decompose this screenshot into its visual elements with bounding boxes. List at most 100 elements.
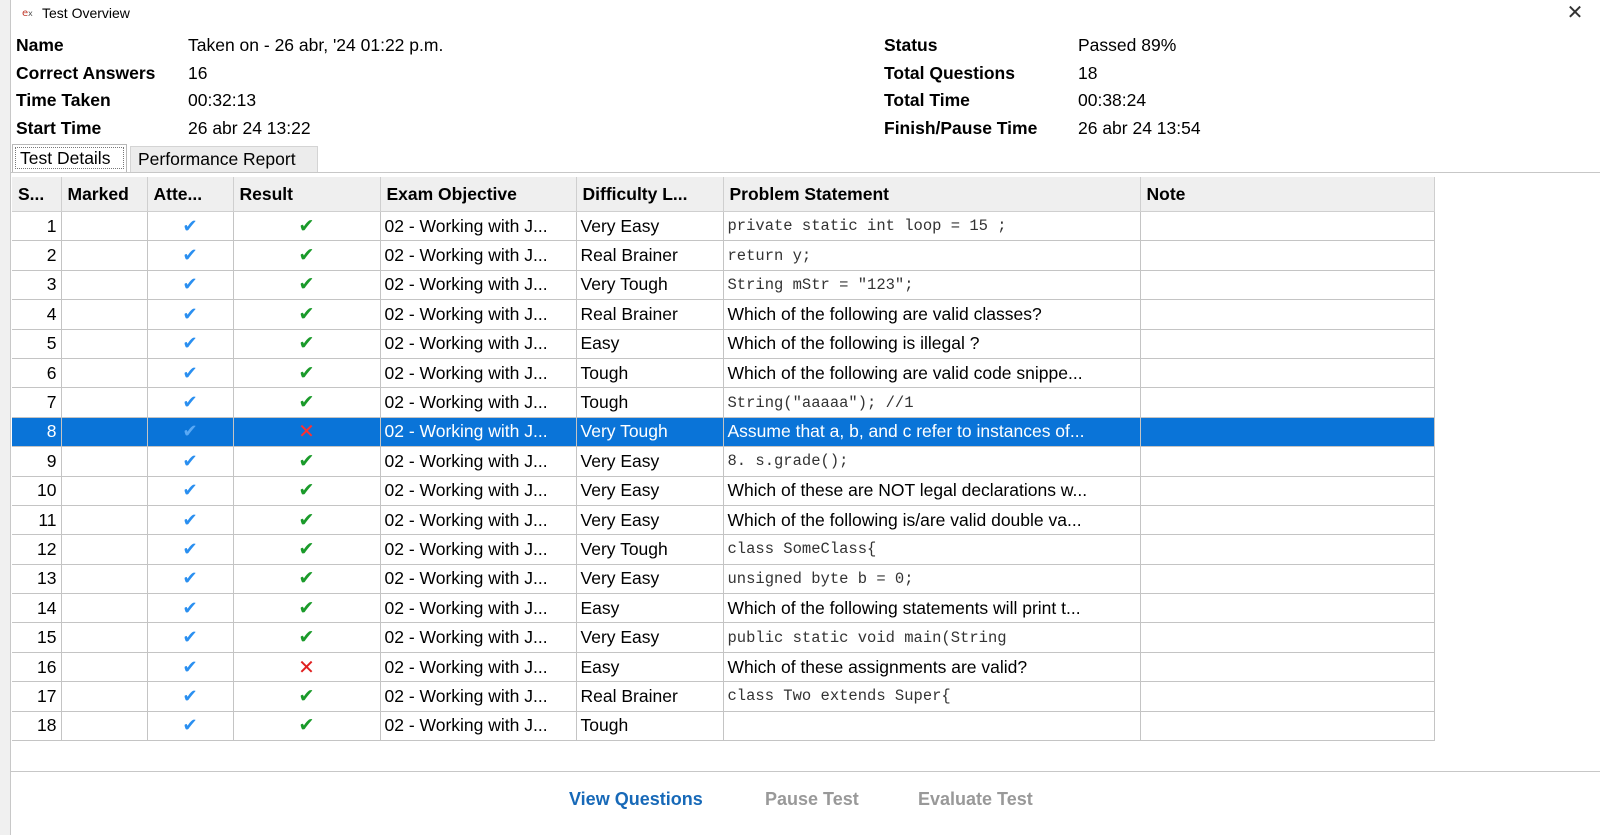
col-header-problem-statement[interactable]: Problem Statement <box>723 177 1141 212</box>
exam-objective-cell: 02 - Working with J... <box>380 387 577 418</box>
table-row[interactable]: 7 ✔ ✔ 02 - Working with J... Tough String("aa… <box>12 387 1435 418</box>
table-row[interactable]: 4 ✔ ✔ 02 - Working with J... Real Brainer Whi… <box>12 299 1435 330</box>
table-row[interactable]: 3 ✔ ✔ 02 - Working with J... Very Tough Strin… <box>12 270 1435 301</box>
serial-cell: 8 <box>12 417 62 448</box>
problem-statement-cell: class Two extends Super{ <box>723 681 1141 712</box>
table-row[interactable]: 6 ✔ ✔ 02 - Working with J... Tough Which of t… <box>12 358 1435 389</box>
attempted-check-icon: ✔ <box>182 450 198 471</box>
footer-toolbar: View Questions Pause Test Evaluate Test <box>0 785 1600 820</box>
table-row[interactable]: 17 ✔ ✔ 02 - Working with J... Real Brainer cl… <box>12 681 1435 712</box>
summary-total-time-row: Total Time 00:38:24 <box>884 90 1147 110</box>
table-row[interactable]: 10 ✔ ✔ 02 - Working with J... Very Easy Which… <box>12 476 1435 506</box>
pause-test-button[interactable]: Pause Test <box>765 789 859 810</box>
serial-cell: 7 <box>12 387 62 418</box>
exam-objective-cell: 02 - Working with J... <box>380 505 577 536</box>
marked-cell <box>61 211 148 242</box>
note-cell <box>1140 652 1435 683</box>
attempted-cell: ✔ <box>147 240 234 271</box>
difficulty-cell: Easy <box>576 652 724 683</box>
view-questions-button[interactable]: View Questions <box>569 789 703 810</box>
difficulty-cell: Very Easy <box>576 622 724 653</box>
marked-cell <box>61 476 148 506</box>
note-cell <box>1140 711 1435 742</box>
correct-check-icon: ✔ <box>298 627 315 649</box>
start-time-value: 26 abr 24 13:22 <box>188 117 311 138</box>
col-header-note[interactable]: Note <box>1140 177 1435 212</box>
table-row[interactable]: 11 ✔ ✔ 02 - Working with J... Very Easy Which… <box>12 505 1435 536</box>
table-row[interactable]: 5 ✔ ✔ 02 - Working with J... Easy Which of th… <box>12 329 1435 359</box>
attempted-check-icon: ✔ <box>182 627 198 648</box>
correct-check-icon: ✔ <box>298 450 315 472</box>
correct-check-icon: ✔ <box>298 538 315 560</box>
col-header-serial[interactable]: S... <box>12 177 62 212</box>
close-icon[interactable]: ✕ <box>1564 2 1586 24</box>
difficulty-cell: Very Tough <box>576 270 724 301</box>
marked-cell <box>61 446 148 477</box>
col-header-attempted[interactable]: Atte... <box>147 177 234 212</box>
serial-cell: 9 <box>12 446 62 477</box>
difficulty-cell: Very Tough <box>576 417 724 448</box>
note-cell <box>1140 270 1435 301</box>
col-header-marked[interactable]: Marked <box>61 177 148 212</box>
difficulty-cell: Real Brainer <box>576 240 724 271</box>
wrong-cross-icon: ✕ <box>298 421 315 444</box>
table-row[interactable]: 1 ✔ ✔ 02 - Working with J... Very Easy priva… <box>12 211 1435 242</box>
table-row[interactable]: 13 ✔ ✔ 02 - Working with J... Very Easy unsi… <box>12 564 1435 595</box>
svg-text:x: x <box>28 9 33 18</box>
window-title: Test Overview <box>42 5 130 21</box>
serial-cell: 10 <box>12 476 62 506</box>
attempted-cell: ✔ <box>147 593 234 624</box>
difficulty-cell: Easy <box>576 329 724 359</box>
attempted-check-icon: ✔ <box>182 509 198 530</box>
tab-divider <box>10 172 1600 173</box>
col-header-result[interactable]: Result <box>233 177 381 212</box>
exam-objective-cell: 02 - Working with J... <box>380 711 577 742</box>
serial-cell: 6 <box>12 358 62 389</box>
table-row[interactable]: 15 ✔ ✔ 02 - Working with J... Very Easy publ… <box>12 622 1435 653</box>
serial-cell: 17 <box>12 681 62 712</box>
problem-statement-cell: Which of the following are valid classes… <box>723 299 1141 330</box>
serial-cell: 4 <box>12 299 62 330</box>
difficulty-cell: Tough <box>576 711 724 742</box>
attempted-check-icon: ✔ <box>182 568 198 589</box>
attempted-check-icon: ✔ <box>182 538 198 559</box>
problem-statement-cell: Which of these are NOT legal declaration… <box>723 476 1141 506</box>
summary-finish-time-row: Finish/Pause Time 26 abr 24 13:54 <box>884 117 1201 138</box>
table-row[interactable]: 18 ✔ ✔ 02 - Working with J... Tough <box>12 711 1435 742</box>
attempted-check-icon: ✔ <box>182 421 198 442</box>
correct-check-icon: ✔ <box>298 303 315 325</box>
problem-statement-cell: public static void main(String <box>723 622 1141 653</box>
result-cell: ✔ <box>233 270 381 301</box>
attempted-cell: ✔ <box>147 387 234 418</box>
total-time-value: 00:38:24 <box>1078 90 1147 110</box>
problem-statement-cell: unsigned byte b = 0; <box>723 564 1141 595</box>
evaluate-test-button[interactable]: Evaluate Test <box>918 789 1033 810</box>
table-row[interactable]: 14 ✔ ✔ 02 - Working with J... Easy Which of t… <box>12 593 1435 624</box>
difficulty-cell: Tough <box>576 358 724 389</box>
attempted-check-icon: ✔ <box>182 333 198 354</box>
correct-check-icon: ✔ <box>298 274 315 296</box>
col-header-exam-objective[interactable]: Exam Objective <box>380 177 577 212</box>
serial-cell: 3 <box>12 270 62 301</box>
tab-performance-report[interactable]: Performance Report <box>130 146 318 172</box>
attempted-cell: ✔ <box>147 564 234 595</box>
attempted-cell: ✔ <box>147 299 234 330</box>
summary-correct-row: Correct Answers 16 <box>16 62 208 83</box>
serial-cell: 15 <box>12 622 62 653</box>
problem-statement-cell: String mStr = "123"; <box>723 270 1141 301</box>
tab-test-details[interactable]: Test Details <box>12 144 127 172</box>
table-row[interactable]: 16 ✔ ✕ 02 - Working with J... Easy Which of t… <box>12 652 1435 683</box>
result-cell: ✔ <box>233 240 381 271</box>
result-cell: ✔ <box>233 446 381 477</box>
problem-statement-cell: return y; <box>723 240 1141 271</box>
note-cell <box>1140 593 1435 624</box>
table-row[interactable]: 2 ✔ ✔ 02 - Working with J... Real Brainer re… <box>12 240 1435 271</box>
col-header-difficulty[interactable]: Difficulty L... <box>576 177 724 212</box>
attempted-check-icon: ✔ <box>182 392 198 413</box>
attempted-check-icon: ✔ <box>182 480 198 501</box>
marked-cell <box>61 299 148 330</box>
table-row[interactable]: 12 ✔ ✔ 02 - Working with J... Very Tough clas… <box>12 534 1435 565</box>
table-row[interactable]: 8 ✔ ✕ 02 - Working with J... Very Tough Assum… <box>12 417 1435 448</box>
note-cell <box>1140 387 1435 418</box>
table-row[interactable]: 9 ✔ ✔ 02 - Working with J... Very Easy 8. s.g… <box>12 446 1435 477</box>
